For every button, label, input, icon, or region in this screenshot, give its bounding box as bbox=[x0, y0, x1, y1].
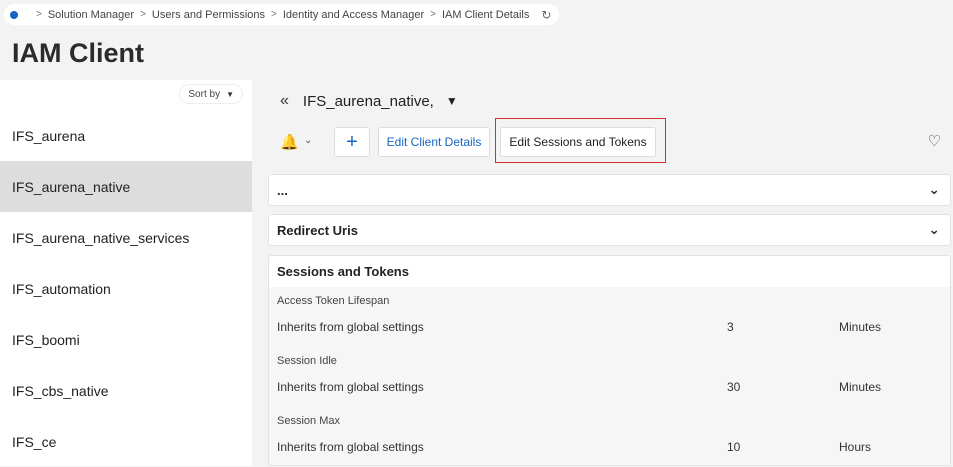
panel-title: Redirect Uris bbox=[277, 222, 358, 238]
page-title: IAM Client bbox=[12, 38, 144, 68]
field-unit: Minutes bbox=[839, 380, 882, 394]
sessions-tokens-panel: Sessions and Tokens Access Token Lifespa… bbox=[268, 255, 951, 466]
field-group: Session Idle Inherits from global settin… bbox=[269, 347, 950, 407]
field-label: Access Token Lifespan bbox=[277, 295, 390, 307]
chevron-down-icon[interactable]: ⌄ bbox=[928, 181, 940, 198]
client-list: IFS_aurena IFS_aurena_native IFS_aurena_… bbox=[0, 110, 252, 467]
breadcrumb-item-solution-manager[interactable]: Solution Manager bbox=[48, 9, 134, 21]
field-label: Session Max bbox=[277, 415, 340, 427]
detail-title: IFS_aurena_native, bbox=[302, 92, 434, 110]
list-item-label: IFS_aurena_native_services bbox=[12, 229, 190, 246]
breadcrumb-separator-icon: > bbox=[430, 9, 436, 20]
breadcrumb-separator-icon: > bbox=[36, 9, 42, 20]
refresh-icon[interactable]: ↻ bbox=[541, 8, 551, 22]
list-item-label: IFS_automation bbox=[12, 280, 111, 297]
panel-title: ... bbox=[277, 182, 288, 198]
edit-client-details-label: Edit Client Details bbox=[386, 135, 482, 149]
list-item-label: IFS_aurena_native bbox=[12, 178, 131, 195]
chevron-down-icon[interactable]: ⌄ bbox=[928, 221, 940, 238]
list-item[interactable]: IFS_boomi bbox=[0, 314, 252, 365]
detail-header: « IFS_aurena_native, ▼ bbox=[280, 92, 458, 110]
sort-by-button[interactable]: Sort by ▼ bbox=[180, 85, 242, 103]
field-group: Access Token Lifespan Inherits from glob… bbox=[269, 287, 950, 347]
list-item[interactable]: IFS_cbs_native bbox=[0, 365, 252, 416]
breadcrumb-separator-icon: > bbox=[140, 9, 146, 20]
field-unit: Hours bbox=[839, 440, 872, 454]
list-item[interactable]: IFS_automation bbox=[0, 263, 252, 314]
inherit-text: Inherits from global settings bbox=[277, 380, 424, 394]
field-label: Session Idle bbox=[277, 355, 337, 367]
list-item-label: IFS_ce bbox=[12, 433, 57, 450]
breadcrumb-item-iam[interactable]: Identity and Access Manager bbox=[283, 9, 424, 21]
inherit-text: Inherits from global settings bbox=[277, 440, 424, 454]
field-value: 30 bbox=[727, 380, 741, 394]
list-item-label: IFS_boomi bbox=[12, 331, 80, 348]
breadcrumb-item-current: IAM Client Details bbox=[441, 8, 530, 21]
edit-client-details-button[interactable]: Edit Client Details bbox=[378, 127, 490, 157]
field-unit: Minutes bbox=[839, 320, 882, 334]
double-chevron-left-icon[interactable]: « bbox=[280, 92, 289, 110]
list-item-label: IFS_aurena bbox=[12, 127, 86, 144]
inherit-text: Inherits from global settings bbox=[277, 320, 424, 334]
field-value: 10 bbox=[727, 440, 741, 454]
chevron-down-icon[interactable]: ⌄ bbox=[304, 135, 312, 146]
bell-icon[interactable]: 🔔 bbox=[280, 133, 299, 151]
list-item[interactable]: IFS_aurena bbox=[0, 110, 252, 161]
panel-title: Sessions and Tokens bbox=[277, 263, 409, 279]
list-item-label: IFS_cbs_native bbox=[12, 382, 109, 399]
list-item[interactable]: IFS_aurena_native_services bbox=[0, 212, 252, 263]
list-item[interactable]: IFS_ce bbox=[0, 416, 252, 467]
field-group: Session Max Inherits from global setting… bbox=[269, 407, 950, 467]
client-list-sidebar: Sort by ▼ IFS_aurena IFS_aurena_native I… bbox=[0, 80, 252, 466]
sort-by-label: Sort by bbox=[188, 88, 221, 100]
highlight-box bbox=[495, 118, 666, 163]
general-panel[interactable]: ... ⌄ bbox=[268, 174, 951, 206]
list-item[interactable]: IFS_aurena_native bbox=[0, 161, 252, 212]
redirect-uris-panel[interactable]: Redirect Uris ⌄ bbox=[268, 214, 951, 246]
breadcrumb-item-users-permissions[interactable]: Users and Permissions bbox=[152, 9, 265, 21]
caret-down-icon[interactable]: ▼ bbox=[446, 94, 458, 108]
add-label: + bbox=[346, 130, 358, 153]
breadcrumb: > Solution Manager > Users and Permissio… bbox=[4, 4, 560, 25]
sessions-body: Access Token Lifespan Inherits from glob… bbox=[269, 287, 950, 465]
breadcrumb-separator-icon: > bbox=[271, 9, 277, 20]
field-value: 3 bbox=[727, 320, 734, 334]
heart-icon[interactable]: ♡ bbox=[928, 132, 941, 150]
add-button[interactable]: + bbox=[334, 127, 370, 157]
caret-down-icon: ▼ bbox=[226, 89, 234, 99]
home-icon[interactable] bbox=[10, 10, 18, 19]
